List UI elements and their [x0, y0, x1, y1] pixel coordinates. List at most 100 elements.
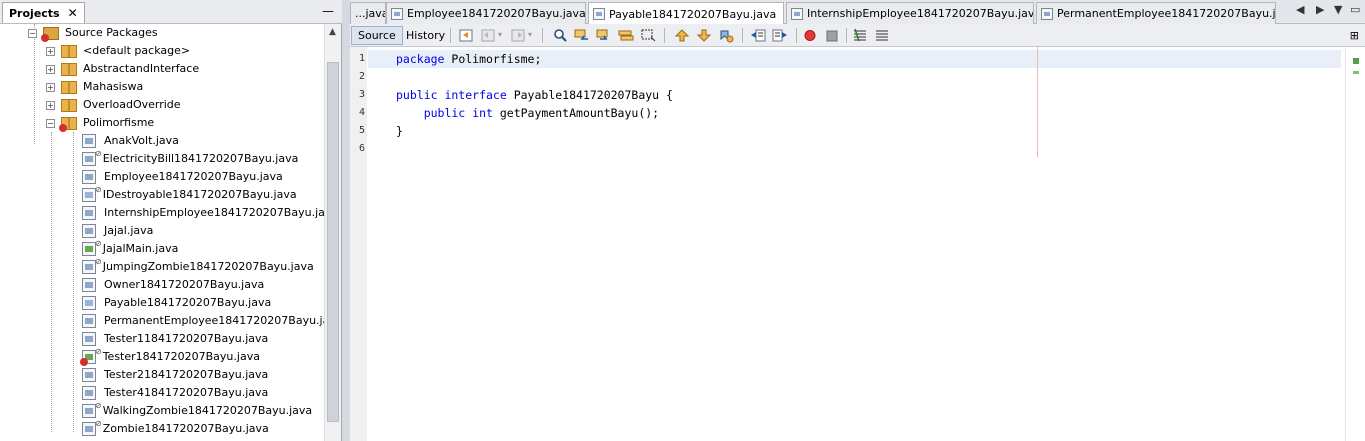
- tree-file[interactable]: Payable1841720207Bayu.java: [82, 294, 271, 312]
- editor-tab[interactable]: ...java: [350, 2, 386, 24]
- close-icon[interactable]: ✕: [68, 4, 78, 23]
- tree-file-label: Tester1841720207Bayu.java: [102, 350, 260, 363]
- scrollbar-thumb[interactable]: [327, 62, 339, 422]
- tree-guide: [34, 24, 35, 144]
- tree-file[interactable]: ⊘ JumpingZombie1841720207Bayu.java: [82, 257, 314, 276]
- link-badge-icon: ⊘: [95, 419, 102, 428]
- tree-file[interactable]: Jajal.java: [82, 222, 153, 240]
- tree-file[interactable]: Tester11841720207Bayu.java: [82, 330, 268, 348]
- tab-list-dropdown-icon[interactable]: ▼: [1334, 3, 1342, 16]
- error-badge-icon: [41, 33, 49, 42]
- tree-file[interactable]: ⊘ WalkingZombie1841720207Bayu.java: [82, 401, 312, 420]
- split-editor-icon[interactable]: ⊞: [1350, 29, 1359, 42]
- tree-file-label: Tester11841720207Bayu.java: [104, 332, 269, 345]
- tree-node-package[interactable]: + <default package>: [46, 42, 190, 60]
- expand-icon[interactable]: +: [46, 100, 55, 110]
- shift-line-left-icon[interactable]: [750, 28, 766, 43]
- editor-tab-label: InternshipEmployee1841720207Bayu.java: [807, 7, 1034, 20]
- java-class-icon: [82, 278, 96, 292]
- line-number: 5: [358, 125, 365, 136]
- toolbar-separator: [450, 28, 451, 43]
- editor-tab[interactable]: PermanentEmployee1841720207Bayu.java...: [1036, 2, 1276, 24]
- code-rest: Payable1841720207Bayu {: [506, 88, 673, 102]
- tree-file[interactable]: Employee1841720207Bayu.java: [82, 168, 283, 186]
- code-text[interactable]: package Polimorfisme; public interface P…: [396, 50, 673, 158]
- tree-node-package[interactable]: + AbstractandInterface: [46, 60, 199, 78]
- link-badge-icon: ⊘: [95, 149, 102, 158]
- scroll-tabs-right-icon[interactable]: ▶: [1316, 3, 1324, 16]
- back-dropdown-icon[interactable]: ▾: [498, 30, 502, 39]
- maximize-window-icon[interactable]: ▭: [1350, 3, 1360, 16]
- code-keyword: public int: [396, 106, 493, 120]
- find-previous-icon[interactable]: [574, 28, 590, 43]
- projects-tab[interactable]: Projects ✕: [2, 2, 85, 23]
- uncomment-icon[interactable]: [874, 28, 890, 43]
- editor-tab-active[interactable]: Payable1841720207Bayu.java ✕: [588, 2, 784, 25]
- tree-file-label: Tester21841720207Bayu.java: [104, 368, 269, 381]
- forward-icon[interactable]: [510, 28, 526, 43]
- source-button[interactable]: Source: [351, 26, 403, 45]
- tree-node-package[interactable]: + Mahasiswa: [46, 78, 143, 96]
- tree-node-label: AbstractandInterface: [83, 62, 200, 75]
- find-next-icon[interactable]: [596, 28, 612, 43]
- tree-scrollbar[interactable]: ▲: [324, 24, 341, 441]
- tree-file-label: PermanentEmployee1841720207Bayu.java: [104, 314, 324, 327]
- tree-file[interactable]: Owner1841720207Bayu.java: [82, 276, 264, 294]
- history-button[interactable]: History: [399, 26, 452, 45]
- link-badge-icon: ⊘: [95, 239, 102, 248]
- code-line: public int getPaymentAmountBayu();: [396, 104, 673, 122]
- expand-icon[interactable]: +: [46, 64, 55, 74]
- toggle-bookmark-icon[interactable]: [718, 28, 734, 43]
- tree-file[interactable]: ⊘ ElectricityBill1841720207Bayu.java: [82, 149, 298, 168]
- code-editor[interactable]: 1 2 3 4 5 6 package Polimorfisme; public…: [350, 47, 1365, 441]
- collapse-icon[interactable]: −: [46, 118, 55, 128]
- package-icon: [59, 116, 77, 132]
- tree-file[interactable]: Tester21841720207Bayu.java: [82, 366, 268, 384]
- previous-bookmark-icon[interactable]: [674, 28, 690, 43]
- minimize-icon[interactable]: —: [322, 4, 334, 18]
- package-icon: [61, 44, 77, 58]
- tree-file-label: JumpingZombie1841720207Bayu.java: [102, 260, 314, 273]
- scroll-up-icon[interactable]: ▲: [329, 27, 336, 37]
- editor-tab[interactable]: Employee1841720207Bayu.java ✕: [386, 2, 586, 24]
- close-tab-icon[interactable]: ✕: [782, 8, 783, 21]
- next-bookmark-icon[interactable]: [696, 28, 712, 43]
- tree-file[interactable]: ⊘ Zombie1841720207Bayu.java: [82, 419, 269, 438]
- expand-icon[interactable]: +: [46, 82, 55, 92]
- collapse-icon[interactable]: −: [28, 28, 37, 38]
- tree-file-label: AnakVolt.java: [104, 134, 179, 147]
- java-class-icon: [82, 314, 96, 328]
- tree-node-package[interactable]: + OverloadOverride: [46, 96, 181, 114]
- java-interface-icon: [82, 188, 96, 202]
- toggle-rectangular-selection-icon[interactable]: [640, 28, 656, 43]
- tree-node-package[interactable]: − Polimorfisme: [46, 114, 154, 132]
- toolbar-separator: [846, 28, 847, 43]
- tree-file[interactable]: PermanentEmployee1841720207Bayu.java: [82, 312, 324, 330]
- tree-file[interactable]: ⊘ Tester1841720207Bayu.java: [80, 347, 260, 366]
- shift-line-right-icon[interactable]: [772, 28, 788, 43]
- expand-icon[interactable]: +: [46, 46, 55, 56]
- tree-file[interactable]: Tester41841720207Bayu.java: [82, 384, 268, 402]
- last-edit-icon[interactable]: [458, 28, 474, 43]
- back-icon[interactable]: [480, 28, 496, 43]
- editor-tab[interactable]: InternshipEmployee1841720207Bayu.java ✕: [786, 2, 1034, 24]
- java-main-class-icon: [82, 242, 96, 256]
- comment-icon[interactable]: [852, 28, 868, 43]
- line-numbers: 1 2 3 4 5 6: [350, 50, 365, 158]
- scroll-tabs-left-icon[interactable]: ◀: [1296, 3, 1304, 16]
- tree-file[interactable]: InternshipEmployee1841720207Bayu.java: [82, 204, 324, 222]
- toggle-highlight-icon[interactable]: [618, 28, 634, 43]
- forward-dropdown-icon[interactable]: ▾: [528, 30, 532, 39]
- java-class-icon: [791, 7, 803, 20]
- java-interface-icon: [593, 8, 605, 20]
- find-icon[interactable]: [552, 28, 568, 43]
- projects-panel: Projects ✕ — − Source Packages + <defaul…: [0, 0, 342, 441]
- java-interface-icon: [82, 296, 96, 310]
- tree-node-source-packages[interactable]: − Source Packages: [28, 24, 158, 42]
- code-line: package Polimorfisme;: [396, 50, 673, 68]
- stop-macro-recording-icon[interactable]: [824, 28, 840, 43]
- tree-file[interactable]: ⊘ IDestroyable1841720207Bayu.java: [82, 185, 297, 204]
- source-packages-icon: [41, 26, 59, 42]
- start-macro-recording-icon[interactable]: [802, 28, 818, 43]
